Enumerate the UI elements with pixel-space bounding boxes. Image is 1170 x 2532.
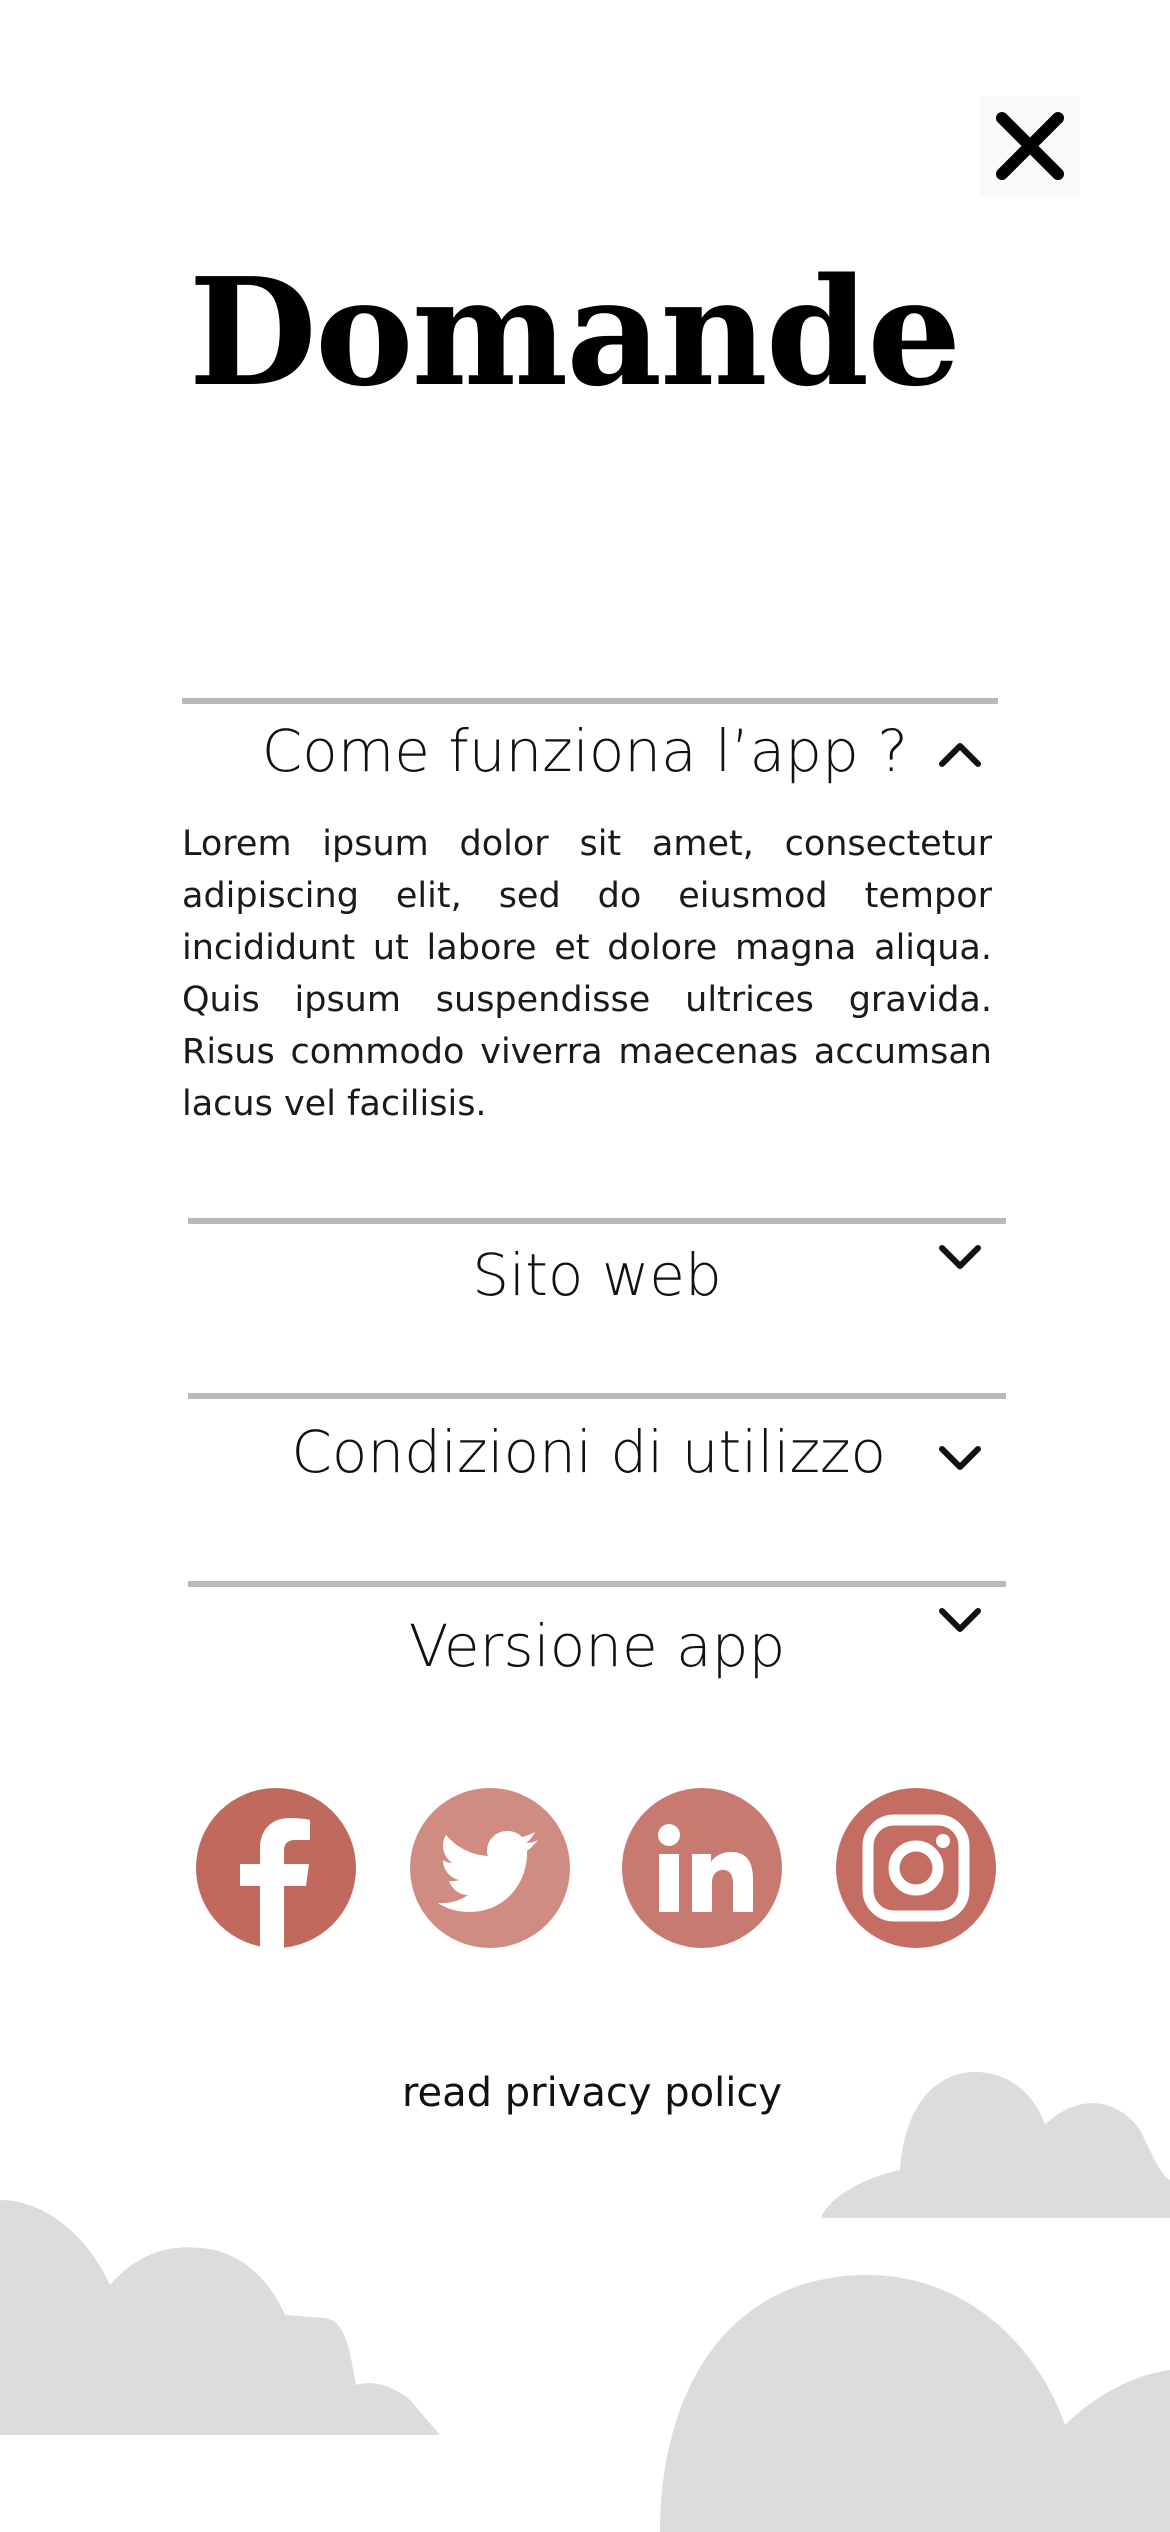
close-button[interactable]: [980, 96, 1080, 196]
faq-item-website[interactable]: Sito web: [188, 1222, 1006, 1342]
twitter-button[interactable]: [410, 1788, 570, 1948]
facebook-button[interactable]: [196, 1788, 356, 1948]
instagram-button[interactable]: [836, 1788, 996, 1948]
faq-item-how-app-works[interactable]: Come funziona l’app ?: [182, 700, 998, 800]
twitter-icon: [410, 1788, 570, 1948]
facebook-icon: [196, 1788, 356, 1948]
close-icon: [996, 112, 1064, 180]
faq-answer: Lorem ipsum dolor sit amet, consectetur …: [182, 824, 992, 1124]
faq-question: Condizioni di utilizzo: [291, 1418, 886, 1486]
linkedin-icon: [622, 1788, 782, 1948]
chevron-down-icon: [939, 1608, 981, 1632]
faq-item-app-version[interactable]: Versione app: [188, 1585, 1006, 1705]
faq-question: Come funziona l’app ?: [261, 717, 908, 785]
faq-question: Sito web: [472, 1241, 722, 1309]
chevron-up-icon: [939, 743, 981, 767]
faq-item-terms-of-use[interactable]: Condizioni di utilizzo: [188, 1397, 1006, 1517]
page-title: Domande: [188, 245, 962, 419]
faq-question: Versione app: [408, 1612, 786, 1680]
chevron-down-icon: [939, 1245, 981, 1269]
privacy-policy-link[interactable]: read privacy policy: [0, 2070, 1170, 2116]
chevron-down-icon: [939, 1446, 981, 1470]
linkedin-button[interactable]: [622, 1788, 782, 1948]
instagram-icon: [836, 1788, 996, 1948]
